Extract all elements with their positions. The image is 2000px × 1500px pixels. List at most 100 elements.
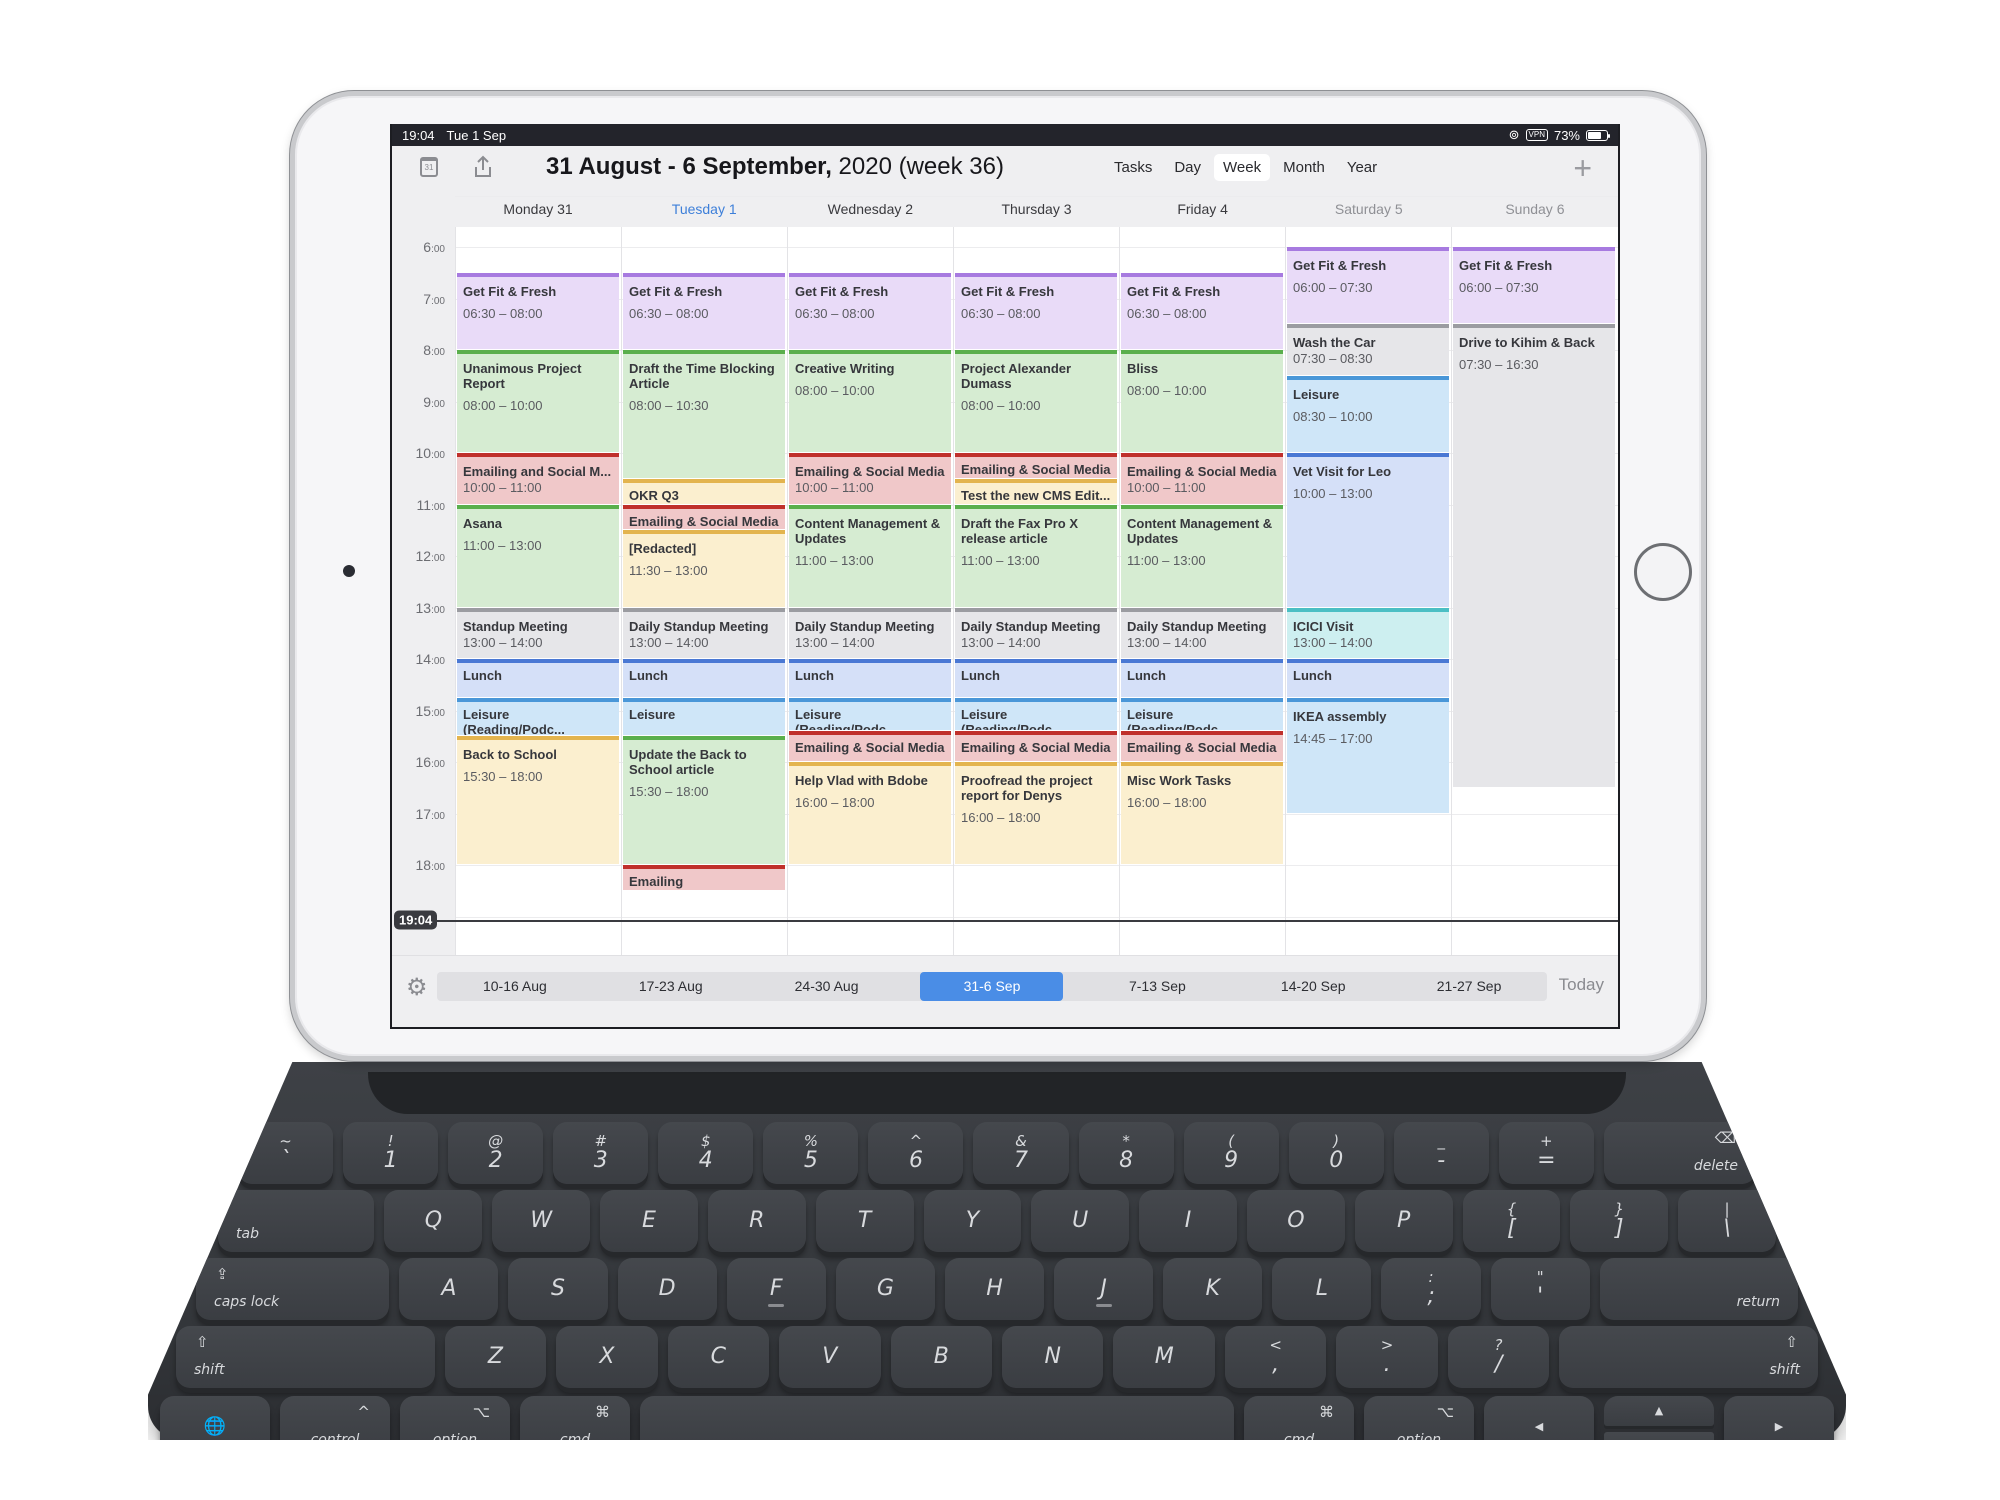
key-symbol[interactable]: " ' xyxy=(1490,1258,1590,1320)
key-w[interactable]: W xyxy=(492,1190,591,1252)
calendar-event[interactable]: Daily Standup Meeting 13:00 – 14:00 xyxy=(955,607,1117,658)
key-0[interactable]: ) 0 xyxy=(1288,1122,1384,1184)
key-option[interactable]: ⌥ option xyxy=(400,1396,510,1440)
calendar-event[interactable]: Get Fit & Fresh 06:30 – 08:00 xyxy=(623,272,785,349)
calendar-event[interactable]: Project Alexander Dumass 08:00 – 10:00 xyxy=(955,350,1117,452)
key-2[interactable]: @2 xyxy=(448,1122,544,1184)
key-m[interactable]: M xyxy=(1113,1326,1215,1388)
calendar-event[interactable]: Draft the Fax Pro X release article 11:00… xyxy=(955,504,1117,607)
key-f[interactable]: F xyxy=(726,1258,826,1320)
calendar-event[interactable]: Lunch xyxy=(623,659,785,697)
calendar-event[interactable]: Emailing & Social Media xyxy=(789,731,951,761)
calendar-event[interactable]: Leisure xyxy=(623,697,785,736)
key-4[interactable]: $4 xyxy=(658,1122,754,1184)
gear-icon[interactable]: ⚙ xyxy=(406,976,428,1000)
tab-year[interactable]: Year xyxy=(1338,154,1386,181)
key-shift[interactable]: ⇧ shift xyxy=(1559,1326,1818,1388)
key-y[interactable]: Y xyxy=(923,1190,1022,1252)
home-button[interactable] xyxy=(1634,543,1692,601)
day-header[interactable]: Thursday 3 xyxy=(953,192,1119,227)
key-o[interactable]: O xyxy=(1246,1190,1345,1252)
key-e[interactable]: E xyxy=(600,1190,698,1252)
key-tab[interactable]: tab xyxy=(218,1190,375,1252)
key-delete[interactable]: ⌫ delete xyxy=(1603,1122,1756,1184)
key-globe[interactable]: 🌐 xyxy=(160,1396,270,1440)
key-a[interactable]: A xyxy=(399,1258,499,1320)
key-5[interactable]: % 5 xyxy=(763,1122,859,1184)
share-icon[interactable] xyxy=(472,155,494,179)
calendar-event[interactable]: Emailing xyxy=(623,865,785,890)
day-header[interactable]: Tuesday 1 xyxy=(621,192,787,227)
calendar-event[interactable]: Proofread the project report for Denys 16… xyxy=(955,762,1117,864)
key-n[interactable]: N xyxy=(1002,1326,1104,1388)
day-header[interactable]: Wednesday 2 xyxy=(787,192,953,227)
key-cmd[interactable]: ⌘ cmd xyxy=(520,1396,630,1440)
calendar-event[interactable]: Leisure (Reading/Podc... xyxy=(1121,697,1283,731)
key-arrow-up[interactable]: ▲ xyxy=(1604,1396,1714,1426)
calendar-event[interactable]: Leisure (Reading/Podc... xyxy=(457,697,619,736)
calendar-event[interactable]: Daily Standup Meeting 13:00 – 14:00 xyxy=(789,607,951,658)
key-r[interactable]: R xyxy=(707,1190,806,1252)
calendar-event[interactable]: Get Fit & Fresh 06:00 – 07:30 xyxy=(1453,247,1615,324)
calendar-event[interactable]: Creative Writing 08:00 – 10:00 xyxy=(789,350,951,452)
calendar-event[interactable]: Lunch xyxy=(1121,659,1283,697)
calendar-event[interactable]: Update the Back to School article 15:30 –… xyxy=(623,736,785,864)
calendar-event[interactable]: Get Fit & Fresh 06:30 – 08:00 xyxy=(789,272,951,349)
week-chip[interactable]: 24-30 Aug xyxy=(749,972,905,1001)
calendar-event[interactable]: Get Fit & Fresh 06:30 – 08:00 xyxy=(457,272,619,349)
key-9[interactable]: (9 xyxy=(1183,1122,1279,1184)
key-arrow-down[interactable]: ▼ xyxy=(1604,1432,1714,1440)
calendar-event[interactable]: Get Fit & Fresh 06:00 – 07:30 xyxy=(1287,247,1449,324)
week-chip[interactable]: 31-6 Sep xyxy=(920,972,1064,1001)
key-p[interactable]: P xyxy=(1354,1190,1453,1252)
key-b[interactable]: B xyxy=(890,1326,992,1388)
key-6[interactable]: ^ 6 xyxy=(868,1122,964,1184)
calendar-event[interactable]: Emailing & Social Media 10:00 – 11:00 xyxy=(1121,453,1283,504)
calendar-event[interactable]: Leisure (Reading/Podc... xyxy=(955,697,1117,731)
calendar-event[interactable]: IKEA assembly 14:45 – 17:00 xyxy=(1287,697,1449,813)
calendar-event[interactable]: Daily Standup Meeting 13:00 – 14:00 xyxy=(1121,607,1283,658)
key-symbol[interactable]: _ - xyxy=(1393,1122,1489,1184)
key-t[interactable]: T xyxy=(815,1190,914,1252)
key-return[interactable]: return xyxy=(1599,1258,1798,1320)
tab-day[interactable]: Day xyxy=(1165,154,1210,181)
week-chip[interactable]: 17-23 Aug xyxy=(593,972,749,1001)
calendar-event[interactable]: Lunch xyxy=(1287,659,1449,697)
calendar-event[interactable]: Daily Standup Meeting 13:00 – 14:00 xyxy=(623,607,785,658)
calendar-event[interactable]: Emailing and Social M... 10:00 – 11:00 xyxy=(457,453,619,504)
key-symbol[interactable]: ~ ` xyxy=(238,1122,334,1184)
calendar-event[interactable]: Misc Work Tasks 16:00 – 18:00 xyxy=(1121,762,1283,864)
key-symbol[interactable]: ? / xyxy=(1447,1326,1550,1388)
calendar-event[interactable]: ICICI Visit 13:00 – 14:00 xyxy=(1287,607,1449,658)
day-header[interactable]: Monday 31 xyxy=(455,192,621,227)
key-symbol[interactable]: :; xyxy=(1381,1258,1481,1320)
key-arrow-up-down[interactable]: ▲ ▼ xyxy=(1604,1396,1714,1440)
calendar-event[interactable]: Get Fit & Fresh 06:30 – 08:00 xyxy=(955,272,1117,349)
calendar-event[interactable]: Asana 11:00 – 13:00 xyxy=(457,504,619,607)
key-s[interactable]: S xyxy=(508,1258,608,1320)
calendar-event[interactable]: Test the new CMS Edit... xyxy=(955,478,1117,504)
calendar-event[interactable]: Wash the Car 07:30 – 08:30 xyxy=(1287,324,1449,375)
tab-week[interactable]: Week xyxy=(1214,154,1271,181)
key-symbol[interactable]: }] xyxy=(1570,1190,1669,1252)
calendar-icon[interactable]: 31 xyxy=(420,157,438,177)
calendar-event[interactable]: [Redacted] 11:30 – 13:00 xyxy=(623,530,785,607)
calendar-event[interactable]: Emailing & Social Media xyxy=(1121,731,1283,761)
calendar-event[interactable]: Standup Meeting 13:00 – 14:00 xyxy=(457,607,619,658)
key-q[interactable]: Q xyxy=(384,1190,483,1252)
key-u[interactable]: U xyxy=(1031,1190,1130,1252)
calendar-event[interactable]: Content Management & Updates 11:00 – 13:0… xyxy=(789,504,951,607)
key-d[interactable]: D xyxy=(617,1258,717,1320)
calendar-event[interactable]: Help Vlad with Bdobe 16:00 – 18:00 xyxy=(789,762,951,864)
key-arrow-left[interactable]: ◀ xyxy=(1484,1396,1594,1440)
key-c[interactable]: C xyxy=(667,1326,770,1388)
key-option[interactable]: ⌥ option xyxy=(1364,1396,1474,1440)
calendar-event[interactable]: Emailing & Social Media xyxy=(955,453,1117,478)
week-chip[interactable]: 14-20 Sep xyxy=(1235,972,1391,1001)
today-button[interactable]: Today xyxy=(1559,975,1604,995)
key-x[interactable]: X xyxy=(556,1326,658,1388)
calendar-event[interactable]: Get Fit & Fresh 06:30 – 08:00 xyxy=(1121,272,1283,349)
key-z[interactable]: Z xyxy=(444,1326,547,1388)
key-j[interactable]: J xyxy=(1054,1258,1154,1320)
key-symbol[interactable]: {[ xyxy=(1462,1190,1561,1252)
